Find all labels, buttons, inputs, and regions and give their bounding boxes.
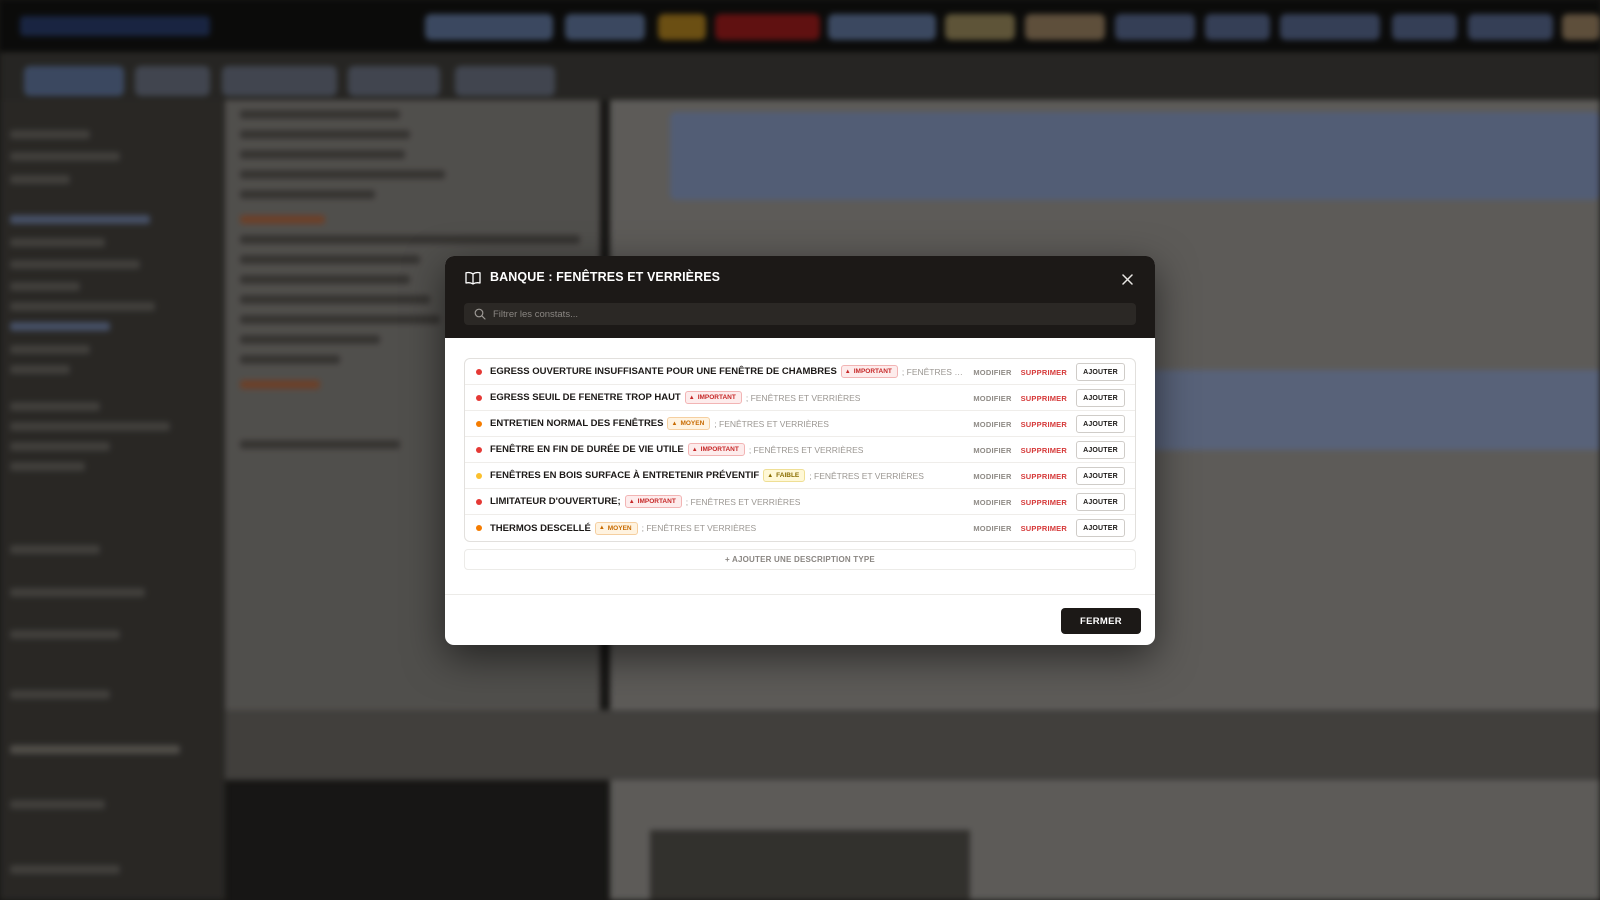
item-actions: MODIFIER SUPPRIMER AJOUTER [973,411,1125,437]
list-item: THERMOS DESCELLÉ ▲ MOYEN ; FENÊTRES ET VE… [465,515,1135,541]
severity-dot [476,368,482,375]
item-title: ENTRETIEN NORMAL DES FENÊTRES [490,418,664,429]
add-button[interactable]: AJOUTER [1076,363,1125,381]
severity-dot [476,394,482,401]
modify-button[interactable]: MODIFIER [973,368,1011,377]
modify-button[interactable]: MODIFIER [973,524,1011,533]
add-button[interactable]: AJOUTER [1076,415,1125,433]
add-button[interactable]: AJOUTER [1076,389,1125,407]
item-category: ; FENÊTRES ET VERRIÈRES [714,418,829,429]
item-actions: MODIFIER SUPPRIMER AJOUTER [973,385,1125,411]
modify-button[interactable]: MODIFIER [973,472,1011,481]
item-category: ; FENÊTRES ET VERRIÈRES [745,392,861,403]
severity-label: IMPORTANT [853,368,892,375]
warning-icon: ▲ [671,420,678,427]
item-title: FENÊTRE EN FIN DE DURÉE DE VIE UTILE [490,444,684,455]
severity-label: MOYEN [607,524,632,532]
delete-button[interactable]: SUPPRIMER [1021,394,1067,403]
list-item: LIMITATEUR D'OUVERTURE; ▲ IMPORTANT ; FEN… [465,489,1135,515]
item-category: ; FENÊTRES ET VERRIÈRES [748,444,864,455]
delete-button[interactable]: SUPPRIMER [1021,368,1067,377]
modify-button[interactable]: MODIFIER [973,446,1011,455]
list-item: ENTRETIEN NORMAL DES FENÊTRES ▲ MOYEN ; F… [465,411,1135,437]
bank-modal: BANQUE : FENÊTRES ET VERRIÈRES EGRESS OU… [445,256,1155,645]
warning-icon: ▲ [691,446,698,453]
findings-list: EGRESS OUVERTURE INSUFFISANTE POUR UNE F… [464,358,1136,542]
add-button[interactable]: AJOUTER [1076,441,1125,459]
warning-icon: ▲ [688,394,695,401]
warning-icon: ▲ [844,368,851,375]
severity-badge: ▲ IMPORTANT [624,495,682,508]
list-item: FENÊTRES EN BOIS SURFACE À ENTRETENIR PR… [465,463,1135,489]
item-title: EGRESS OUVERTURE INSUFFISANTE POUR UNE F… [490,366,837,377]
severity-label: FAIBLE [776,472,800,479]
add-description-type-button[interactable]: + AJOUTER UNE DESCRIPTION TYPE [464,549,1136,570]
severity-badge: ▲ FAIBLE [763,469,806,482]
search-input[interactable] [493,308,1113,320]
item-category: ; FENÊTRES ET VERRIÈRES [901,366,965,377]
add-button[interactable]: AJOUTER [1076,493,1125,511]
severity-label: IMPORTANT [637,498,676,505]
search-icon [474,308,486,320]
warning-icon: ▲ [598,525,605,531]
severity-badge: ▲ MOYEN [594,521,638,535]
close-icon[interactable] [1117,269,1137,289]
delete-button[interactable]: SUPPRIMER [1021,524,1067,533]
modal-header: BANQUE : FENÊTRES ET VERRIÈRES [445,256,1155,338]
delete-button[interactable]: SUPPRIMER [1021,446,1067,455]
item-title: FENÊTRES EN BOIS SURFACE À ENTRETENIR PR… [490,470,760,481]
severity-label: IMPORTANT [700,446,739,453]
item-actions: MODIFIER SUPPRIMER AJOUTER [973,359,1125,385]
severity-dot [476,446,482,453]
search-box [464,303,1136,325]
item-actions: MODIFIER SUPPRIMER AJOUTER [973,515,1125,541]
severity-dot [476,472,482,479]
severity-badge: ▲ MOYEN [667,417,711,430]
severity-badge: ▲ IMPORTANT [684,391,742,404]
list-item: EGRESS OUVERTURE INSUFFISANTE POUR UNE F… [465,359,1135,385]
severity-label: MOYEN [680,420,705,427]
item-title: THERMOS DESCELLÉ [490,522,591,534]
severity-dot [476,498,482,505]
item-category: ; FENÊTRES ET VERRIÈRES [685,496,801,507]
item-title: LIMITATEUR D'OUVERTURE; [490,496,621,507]
book-icon [465,271,481,285]
severity-dot [476,525,482,531]
list-item: EGRESS SEUIL DE FENETRE TROP HAUT ▲ IMPOR… [465,385,1135,411]
close-button[interactable]: FERMER [1061,608,1141,634]
severity-badge: ▲ IMPORTANT [840,365,898,378]
severity-badge: ▲ IMPORTANT [687,443,745,456]
item-category: ; FENÊTRES ET VERRIÈRES [809,470,924,481]
list-item: FENÊTRE EN FIN DE DURÉE DE VIE UTILE ▲ IM… [465,437,1135,463]
delete-button[interactable]: SUPPRIMER [1021,472,1067,481]
severity-label: IMPORTANT [697,394,736,401]
modify-button[interactable]: MODIFIER [973,420,1011,429]
item-actions: MODIFIER SUPPRIMER AJOUTER [973,463,1125,489]
item-actions: MODIFIER SUPPRIMER AJOUTER [973,437,1125,463]
footer-divider [445,594,1155,595]
delete-button[interactable]: SUPPRIMER [1021,498,1067,507]
add-button[interactable]: AJOUTER [1076,519,1125,537]
delete-button[interactable]: SUPPRIMER [1021,420,1067,429]
warning-icon: ▲ [628,498,635,505]
warning-icon: ▲ [767,472,774,479]
modify-button[interactable]: MODIFIER [973,394,1011,403]
item-actions: MODIFIER SUPPRIMER AJOUTER [973,489,1125,515]
item-category: ; FENÊTRES ET VERRIÈRES [641,523,757,533]
severity-dot [476,420,482,427]
modify-button[interactable]: MODIFIER [973,498,1011,507]
modal-title: BANQUE : FENÊTRES ET VERRIÈRES [490,270,721,284]
add-button[interactable]: AJOUTER [1076,467,1125,485]
item-title: EGRESS SEUIL DE FENETRE TROP HAUT [490,392,681,403]
